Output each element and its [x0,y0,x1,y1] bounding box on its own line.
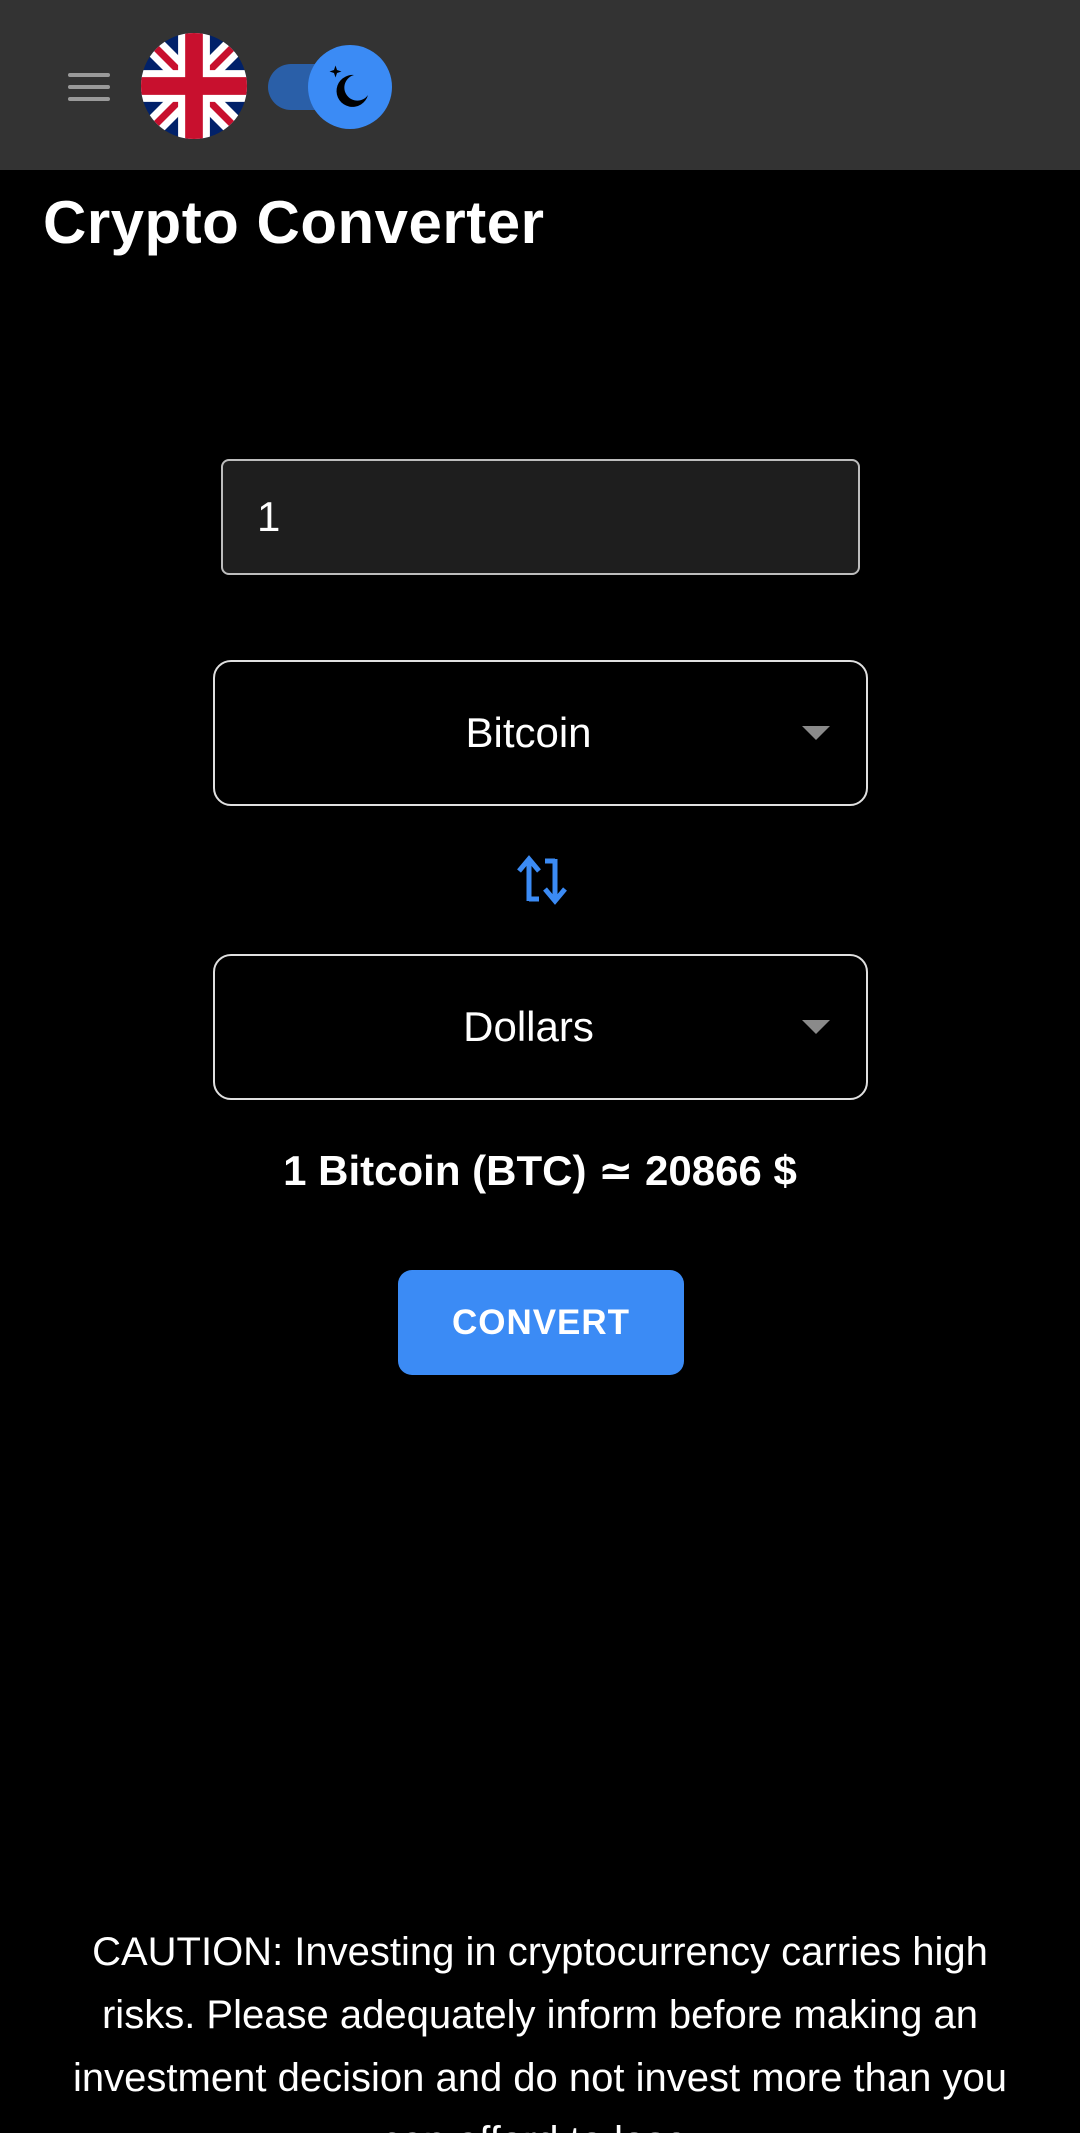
chevron-down-icon [802,726,830,740]
hamburger-menu-icon[interactable] [68,73,110,101]
from-currency-select[interactable]: Bitcoin [213,660,868,806]
caution-disclaimer: CAUTION: Investing in cryptocurrency car… [73,1930,1007,2133]
conversion-result: 1 Bitcoin (BTC) ≃ 20866 $ [283,1147,797,1194]
app-root: Crypto Converter Bitcoin Dollars 1 Bitco… [0,0,1080,2133]
to-currency-label: Dollars [463,1003,594,1050]
swap-vertical-arrows-icon[interactable] [515,855,569,905]
top-app-bar [0,0,1080,170]
to-currency-select[interactable]: Dollars [213,954,868,1100]
page-title: Crypto Converter [43,189,545,256]
amount-input[interactable] [221,459,860,575]
from-currency-label: Bitcoin [465,709,592,756]
moon-stars-icon [329,65,368,107]
toggle-thumb [308,45,392,129]
uk-flag-icon[interactable] [141,33,247,139]
convert-button[interactable]: CONVERT [398,1270,684,1375]
theme-toggle[interactable] [266,43,396,131]
chevron-down-icon [802,1020,830,1034]
